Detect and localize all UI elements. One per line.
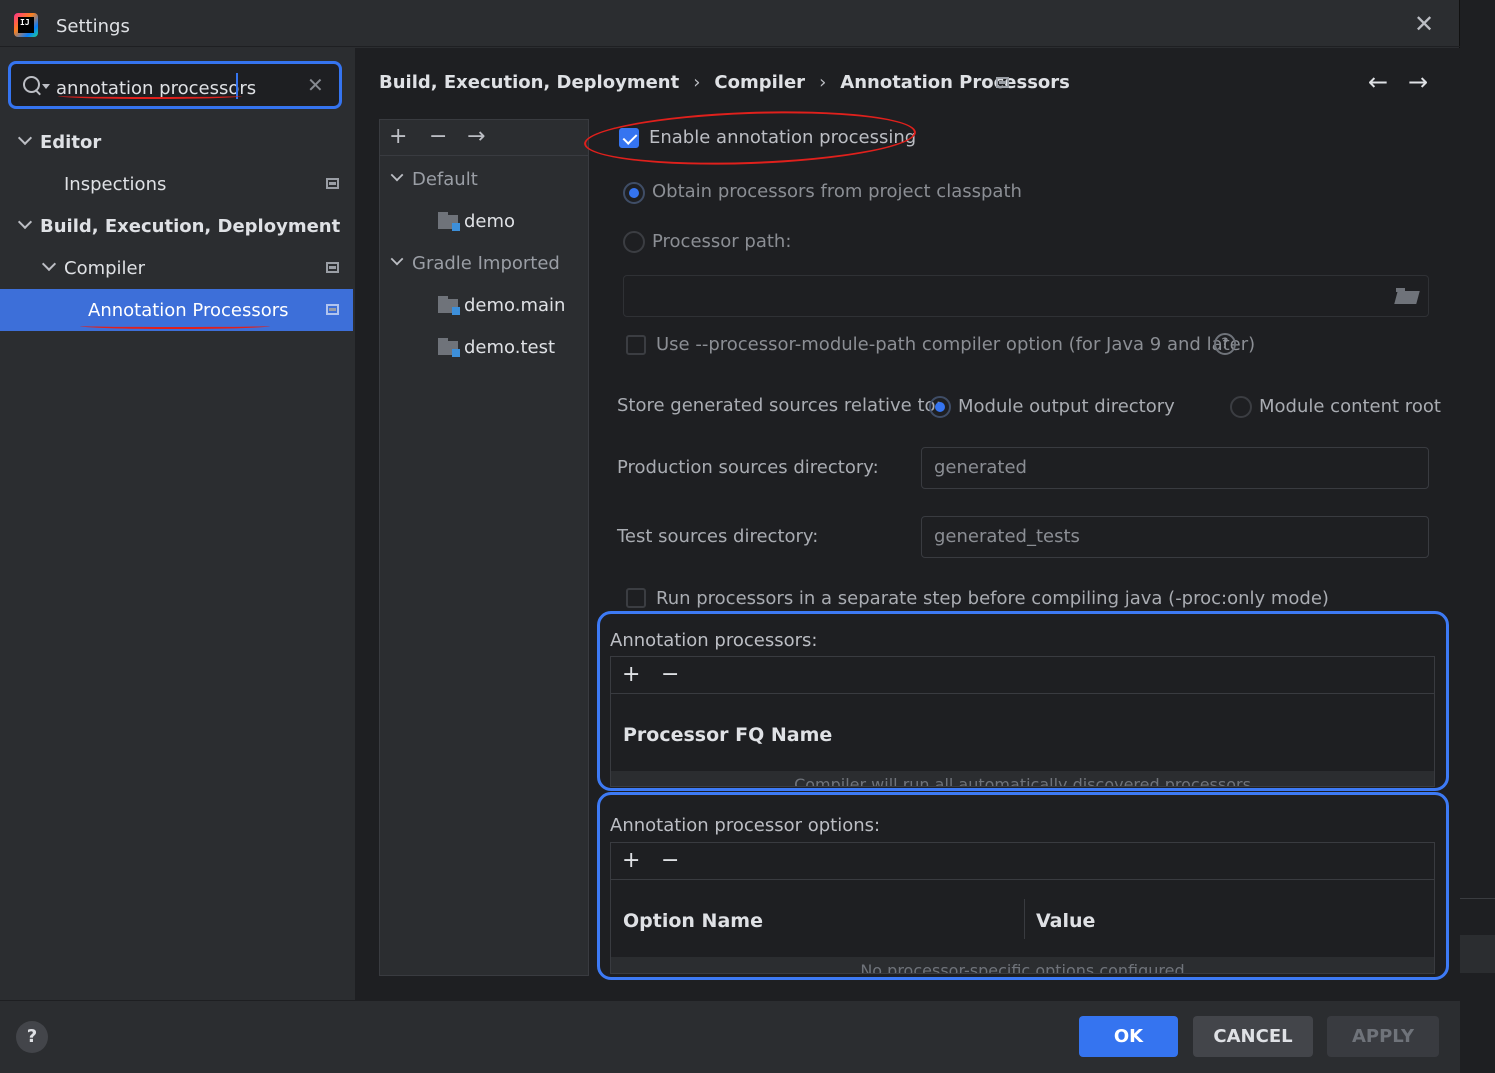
- options-table-toolbar: + −: [611, 843, 1434, 880]
- sidebar-item-compiler[interactable]: Compiler: [41, 248, 344, 290]
- remove-icon[interactable]: −: [661, 850, 679, 872]
- add-icon[interactable]: +: [389, 126, 407, 148]
- breadcrumb-separator: ›: [819, 72, 827, 93]
- breadcrumb-item: Annotation Processors: [840, 72, 1070, 93]
- obtain-from-classpath-radio[interactable]: [623, 182, 645, 204]
- test-sources-directory-input[interactable]: generated_tests: [921, 516, 1429, 558]
- module-item-demo-test[interactable]: demo.test: [464, 327, 555, 369]
- run-separate-step-label: Run processors in a separate step before…: [656, 588, 1329, 609]
- annotation-processor-options-title: Annotation processor options:: [610, 815, 881, 836]
- value-column-header[interactable]: Value: [1036, 910, 1095, 932]
- sidebar-item-label: Editor: [40, 132, 102, 153]
- red-underline-annotation: [80, 323, 270, 329]
- module-label: Default: [412, 169, 478, 190]
- breadcrumb-item[interactable]: Compiler: [714, 72, 805, 93]
- add-icon[interactable]: +: [622, 664, 640, 686]
- sidebar-item-label: Inspections: [64, 174, 167, 195]
- browse-folder-icon[interactable]: [1396, 288, 1418, 304]
- help-icon[interactable]: ?: [1214, 333, 1236, 355]
- red-underline-annotation: [58, 93, 242, 99]
- store-generated-relative-label: Store generated sources relative to:: [617, 395, 942, 416]
- help-button[interactable]: ?: [16, 1021, 48, 1053]
- production-sources-directory-label: Production sources directory:: [617, 457, 879, 478]
- clear-search-icon[interactable]: ✕: [307, 73, 324, 97]
- breadcrumb-item[interactable]: Build, Execution, Deployment: [379, 72, 679, 93]
- apply-button[interactable]: APPLY: [1327, 1016, 1439, 1057]
- option-name-column-header[interactable]: Option Name: [623, 910, 763, 932]
- processor-fq-name-column-header[interactable]: Processor FQ Name: [623, 724, 832, 746]
- sidebar-item-label: Annotation Processors: [88, 300, 289, 321]
- chevron-down-icon[interactable]: [41, 256, 57, 272]
- module-folder-icon: [438, 338, 460, 357]
- breadcrumb-separator: ›: [693, 72, 701, 93]
- module-label: Gradle Imported: [412, 253, 560, 274]
- use-processor-module-path-label: Use --processor-module-path compiler opt…: [656, 334, 1256, 355]
- module-content-root-label: Module content root: [1259, 396, 1441, 417]
- breadcrumb: Build, Execution, Deployment › Compiler › An…: [379, 72, 1070, 93]
- module-output-directory-label: Module output directory: [958, 396, 1175, 417]
- annotation-processors-table: + − Processor FQ Name Compiler will run …: [610, 656, 1435, 787]
- module-list-toolbar: + − →: [379, 119, 589, 156]
- project-settings-icon: [326, 304, 339, 315]
- test-sources-directory-label: Test sources directory:: [617, 526, 819, 547]
- intellij-logo-icon: IJ: [14, 13, 38, 37]
- project-settings-icon: [326, 262, 339, 273]
- module-output-directory-radio[interactable]: [929, 396, 951, 418]
- move-to-icon[interactable]: →: [467, 126, 485, 148]
- title-bar: IJ Settings ✕: [0, 0, 1460, 47]
- module-item-demo-main[interactable]: demo.main: [464, 285, 565, 327]
- column-divider: [1024, 899, 1025, 939]
- processors-table-toolbar: + −: [611, 657, 1434, 694]
- search-history-dropdown-icon[interactable]: [42, 84, 50, 89]
- sidebar-item-inspections[interactable]: Inspections: [64, 164, 344, 206]
- annotation-processors-title: Annotation processors:: [610, 630, 818, 651]
- settings-search-input[interactable]: annotation processors ✕: [8, 61, 342, 109]
- add-icon[interactable]: +: [622, 850, 640, 872]
- processors-empty-text: Compiler will run all automatically disc…: [794, 775, 1251, 787]
- back-arrow-icon[interactable]: ←: [1368, 68, 1388, 96]
- project-settings-icon: [326, 178, 339, 189]
- search-icon: [23, 76, 43, 96]
- remove-icon[interactable]: −: [429, 126, 447, 148]
- background-editor: [1460, 0, 1495, 1073]
- module-folder-icon: [438, 296, 460, 315]
- use-processor-module-path-checkbox[interactable]: [626, 335, 646, 355]
- dialog-title: Settings: [56, 16, 130, 37]
- obtain-from-classpath-label: Obtain processors from project classpath: [652, 181, 1022, 202]
- module-folder-icon: [438, 212, 460, 231]
- sidebar-item-label: Build, Execution, Deployment: [40, 216, 341, 237]
- processor-path-label: Processor path:: [652, 231, 792, 252]
- processor-path-field[interactable]: [623, 275, 1429, 317]
- close-icon[interactable]: ✕: [1412, 12, 1436, 36]
- module-item-demo[interactable]: demo: [464, 201, 515, 243]
- forward-arrow-icon[interactable]: →: [1408, 68, 1428, 96]
- options-empty-text: No processor-specific options configured: [860, 961, 1185, 974]
- module-content-root-radio[interactable]: [1230, 396, 1252, 418]
- processor-path-radio[interactable]: [623, 231, 645, 253]
- ok-button[interactable]: OK: [1079, 1016, 1178, 1057]
- remove-icon[interactable]: −: [661, 664, 679, 686]
- annotation-processor-options-table: + − Option Name Value No processor-speci…: [610, 842, 1435, 974]
- project-settings-icon: [996, 77, 1009, 88]
- run-separate-step-checkbox[interactable]: [626, 588, 646, 608]
- cancel-button[interactable]: CANCEL: [1193, 1016, 1313, 1057]
- sidebar-item-label: Compiler: [64, 258, 146, 279]
- production-sources-directory-input[interactable]: generated: [921, 447, 1429, 489]
